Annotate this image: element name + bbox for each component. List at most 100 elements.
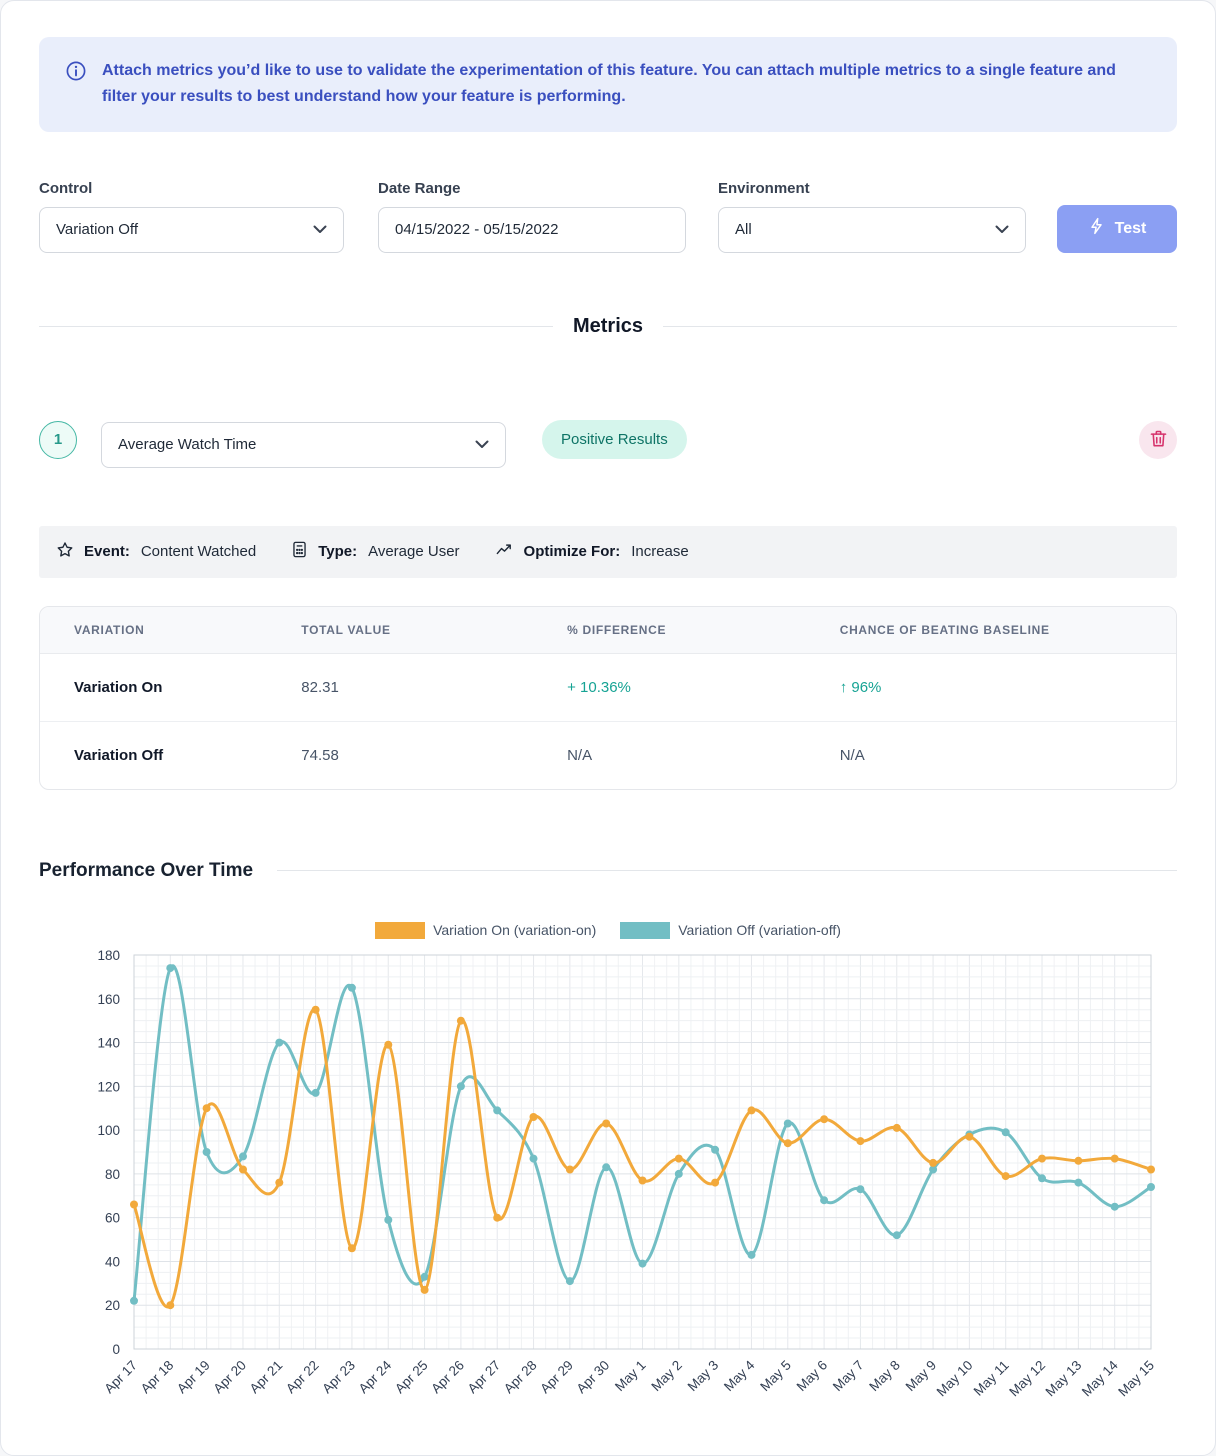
lightning-bolt-icon (1088, 217, 1105, 240)
legend-item: Variation On (variation-on) (375, 922, 596, 939)
x-axis-label: Apr 26 (428, 1357, 467, 1396)
event-label: Event: (84, 543, 130, 560)
y-axis-label: 180 (97, 948, 120, 963)
info-banner: Attach metrics you’d like to use to vali… (39, 37, 1177, 132)
control-label: Control (39, 180, 344, 197)
data-point (856, 1185, 864, 1193)
data-point (820, 1115, 828, 1123)
event-summary: Event: Content Watched (55, 540, 256, 564)
optimize-summary: Optimize For: Increase (494, 540, 689, 563)
legend-label: Variation On (variation-on) (433, 922, 596, 938)
x-axis-label: Apr 27 (465, 1357, 504, 1396)
x-axis-label: Apr 24 (356, 1357, 395, 1396)
divider-line (39, 326, 553, 327)
data-point (929, 1159, 937, 1167)
data-point (893, 1124, 901, 1132)
data-point (639, 1176, 647, 1184)
data-point (384, 1040, 392, 1048)
control-select[interactable]: Variation Off (39, 207, 344, 253)
data-point (1074, 1157, 1082, 1165)
type-label: Type: (318, 543, 357, 560)
positive-results-badge: Positive Results (542, 420, 687, 459)
data-point (1111, 1202, 1119, 1210)
variation-name: Variation On (40, 653, 301, 721)
data-point (820, 1196, 828, 1204)
table-header-row: VARIATION TOTAL VALUE % DIFFERENCE CHANC… (40, 607, 1176, 654)
data-point (239, 1165, 247, 1173)
type-value: Average User (368, 543, 459, 560)
metrics-section-title: Metrics (553, 315, 663, 338)
star-icon (55, 540, 75, 564)
chevron-down-icon (313, 221, 327, 238)
difference-value: + 10.36% (567, 653, 840, 721)
x-axis-label: May 14 (1079, 1357, 1121, 1399)
delete-metric-button[interactable] (1139, 421, 1177, 459)
experiment-results-panel: Attach metrics you’d like to use to vali… (0, 0, 1216, 1456)
data-point (784, 1139, 792, 1147)
data-point (675, 1170, 683, 1178)
trash-icon (1148, 428, 1169, 452)
y-axis-label: 60 (105, 1210, 120, 1225)
environment-select[interactable]: All (718, 207, 1026, 253)
data-point (166, 964, 174, 972)
data-point (1038, 1174, 1046, 1182)
data-point (748, 1106, 756, 1114)
x-axis-label: Apr 22 (283, 1357, 322, 1396)
control-select-value: Variation Off (56, 221, 138, 238)
metric-select[interactable]: Average Watch Time (101, 422, 506, 468)
test-button[interactable]: Test (1057, 205, 1177, 253)
date-range-input[interactable]: 04/15/2022 - 05/15/2022 (378, 207, 686, 253)
chart-legend: Variation On (variation-on)Variation Off… (39, 922, 1177, 939)
data-point (602, 1119, 610, 1127)
environment-label: Environment (718, 180, 1026, 197)
data-point (784, 1119, 792, 1127)
data-point (711, 1146, 719, 1154)
data-point (312, 1005, 320, 1013)
metrics-section-divider: Metrics (39, 315, 1177, 338)
data-point (530, 1113, 538, 1121)
data-point (965, 1132, 973, 1140)
environment-select-value: All (735, 221, 752, 238)
y-axis-label: 160 (97, 992, 120, 1007)
performance-chart: 020406080100120140160180Apr 17Apr 18Apr … (39, 941, 1179, 1441)
data-point (675, 1154, 683, 1162)
performance-chart-container: 020406080100120140160180Apr 17Apr 18Apr … (39, 941, 1177, 1441)
data-point (602, 1163, 610, 1171)
y-axis-label: 20 (105, 1298, 120, 1313)
y-axis-label: 100 (97, 1123, 120, 1138)
data-point (856, 1137, 864, 1145)
x-axis-label: Apr 20 (210, 1357, 249, 1396)
data-point (493, 1106, 501, 1114)
data-point (1002, 1128, 1010, 1136)
data-point (239, 1152, 247, 1160)
data-point (166, 1301, 174, 1309)
data-point (566, 1277, 574, 1285)
x-axis-label: Apr 21 (247, 1357, 286, 1396)
x-axis-label: Apr 29 (537, 1357, 576, 1396)
table-row: Variation On 82.31 + 10.36% ↑ 96% (40, 653, 1176, 721)
data-point (711, 1178, 719, 1186)
optimize-label: Optimize For: (524, 543, 621, 560)
x-axis-label: May 2 (648, 1357, 685, 1394)
x-axis-label: May 10 (934, 1357, 976, 1399)
data-point (348, 1244, 356, 1252)
data-point (893, 1231, 901, 1239)
data-point (566, 1165, 574, 1173)
data-point (384, 1216, 392, 1224)
table-row: Variation Off 74.58 N/A N/A (40, 721, 1176, 789)
data-point (1147, 1165, 1155, 1173)
data-point (493, 1213, 501, 1221)
data-point (639, 1259, 647, 1267)
x-axis-label: May 4 (721, 1357, 758, 1394)
banner-text: Attach metrics you’d like to use to vali… (102, 58, 1151, 111)
metric-summary-bar: Event: Content Watched Type: Average Use… (39, 526, 1177, 578)
chevron-down-icon (995, 221, 1009, 238)
column-header-variation: VARIATION (40, 607, 301, 654)
filters-row: Control Variation Off Date Range 04/15/2… (39, 180, 1177, 253)
data-point (312, 1089, 320, 1097)
chevron-down-icon (475, 436, 489, 453)
metric-row: 1 Average Watch Time Positive Results (39, 412, 1177, 468)
x-axis-label: May 12 (1006, 1357, 1048, 1399)
difference-value: N/A (567, 721, 840, 789)
y-axis-label: 80 (105, 1167, 120, 1182)
